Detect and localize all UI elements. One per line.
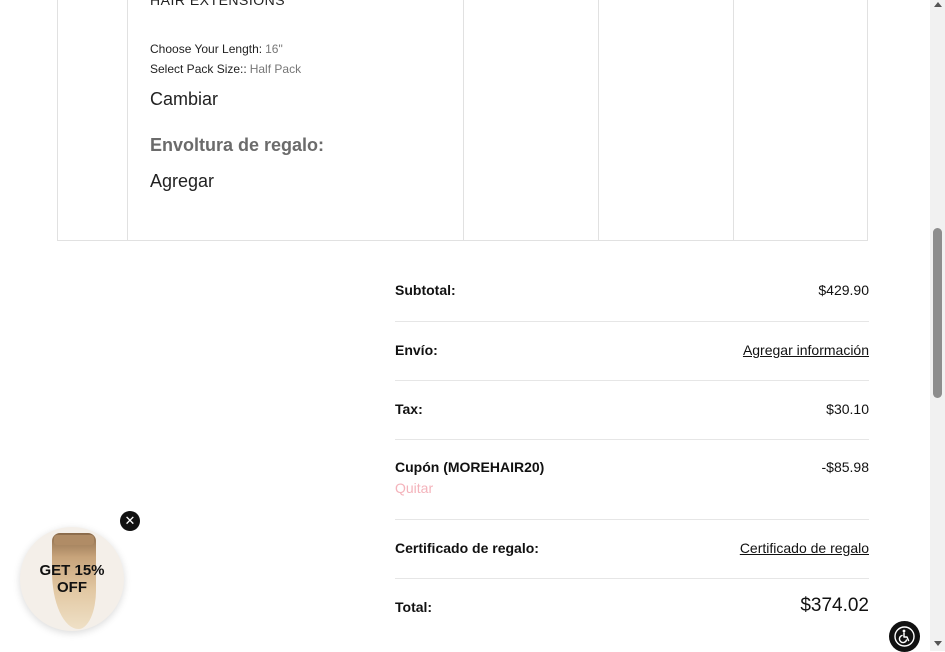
add-gift-wrap-link[interactable]: Agregar [150,171,214,192]
accessibility-icon[interactable] [889,621,920,652]
column-divider [463,0,464,240]
tax-value: $30.10 [826,401,869,417]
product-title: HAIR EXTENSIONS [150,0,286,8]
option-value: Half Pack [249,62,302,76]
cart-item-row: HAIR EXTENSIONS Choose Your Length: 16" S… [57,0,868,241]
coupon-row: Cupón (MOREHAIR20) Quitar -$85.98 [395,440,869,520]
gift-certificate-row: Certificado de regalo: Certificado de re… [395,520,869,579]
subtotal-row: Subtotal: $429.90 [395,260,869,322]
option-label: Choose Your Length: [150,42,263,56]
subtotal-value: $429.90 [818,282,869,298]
promo-text-line1: GET 15% [39,562,105,579]
tax-row: Tax: $30.10 [395,381,869,440]
hair-clip-image [54,535,94,545]
option-value: 16" [265,42,283,56]
scroll-up-arrow-icon[interactable] [934,2,942,7]
cart-totals: Subtotal: $429.90 Envío: Agregar informa… [395,260,869,639]
column-divider [127,0,128,240]
coupon-label: Cupón (MOREHAIR20) [395,459,545,475]
discount-promo-bubble[interactable]: GET 15% OFF [20,527,124,631]
shipping-row: Envío: Agregar información [395,322,869,381]
tax-label: Tax: [395,401,423,417]
subtotal-label: Subtotal: [395,282,456,298]
scrollbar-thumb[interactable] [933,228,942,398]
promo-text: GET 15% OFF [20,562,124,596]
total-row: Total: $374.02 [395,579,869,639]
option-length: Choose Your Length: 16" [150,42,283,56]
total-value: $374.02 [800,595,869,616]
gift-certificate-label: Certificado de regalo: [395,540,539,556]
gift-certificate-link[interactable]: Certificado de regalo [740,540,869,556]
option-pack-size: Select Pack Size:: Half Pack [150,62,301,76]
gift-wrap-label: Envoltura de regalo: [150,135,325,155]
remove-coupon-link[interactable]: Quitar [395,480,433,496]
add-shipping-info-link[interactable]: Agregar información [743,342,869,358]
wheelchair-icon [894,626,915,647]
promo-text-line2: OFF [57,579,87,596]
column-divider [733,0,734,240]
column-divider [598,0,599,240]
shipping-label: Envío: [395,342,438,358]
total-label: Total: [395,599,433,615]
option-label: Select Pack Size:: [150,62,247,76]
close-icon[interactable]: ✕ [120,511,140,531]
coupon-value: -$85.98 [821,459,869,475]
page-scrollbar[interactable] [930,0,945,651]
scroll-down-arrow-icon[interactable] [934,641,942,646]
change-options-link[interactable]: Cambiar [150,89,218,110]
